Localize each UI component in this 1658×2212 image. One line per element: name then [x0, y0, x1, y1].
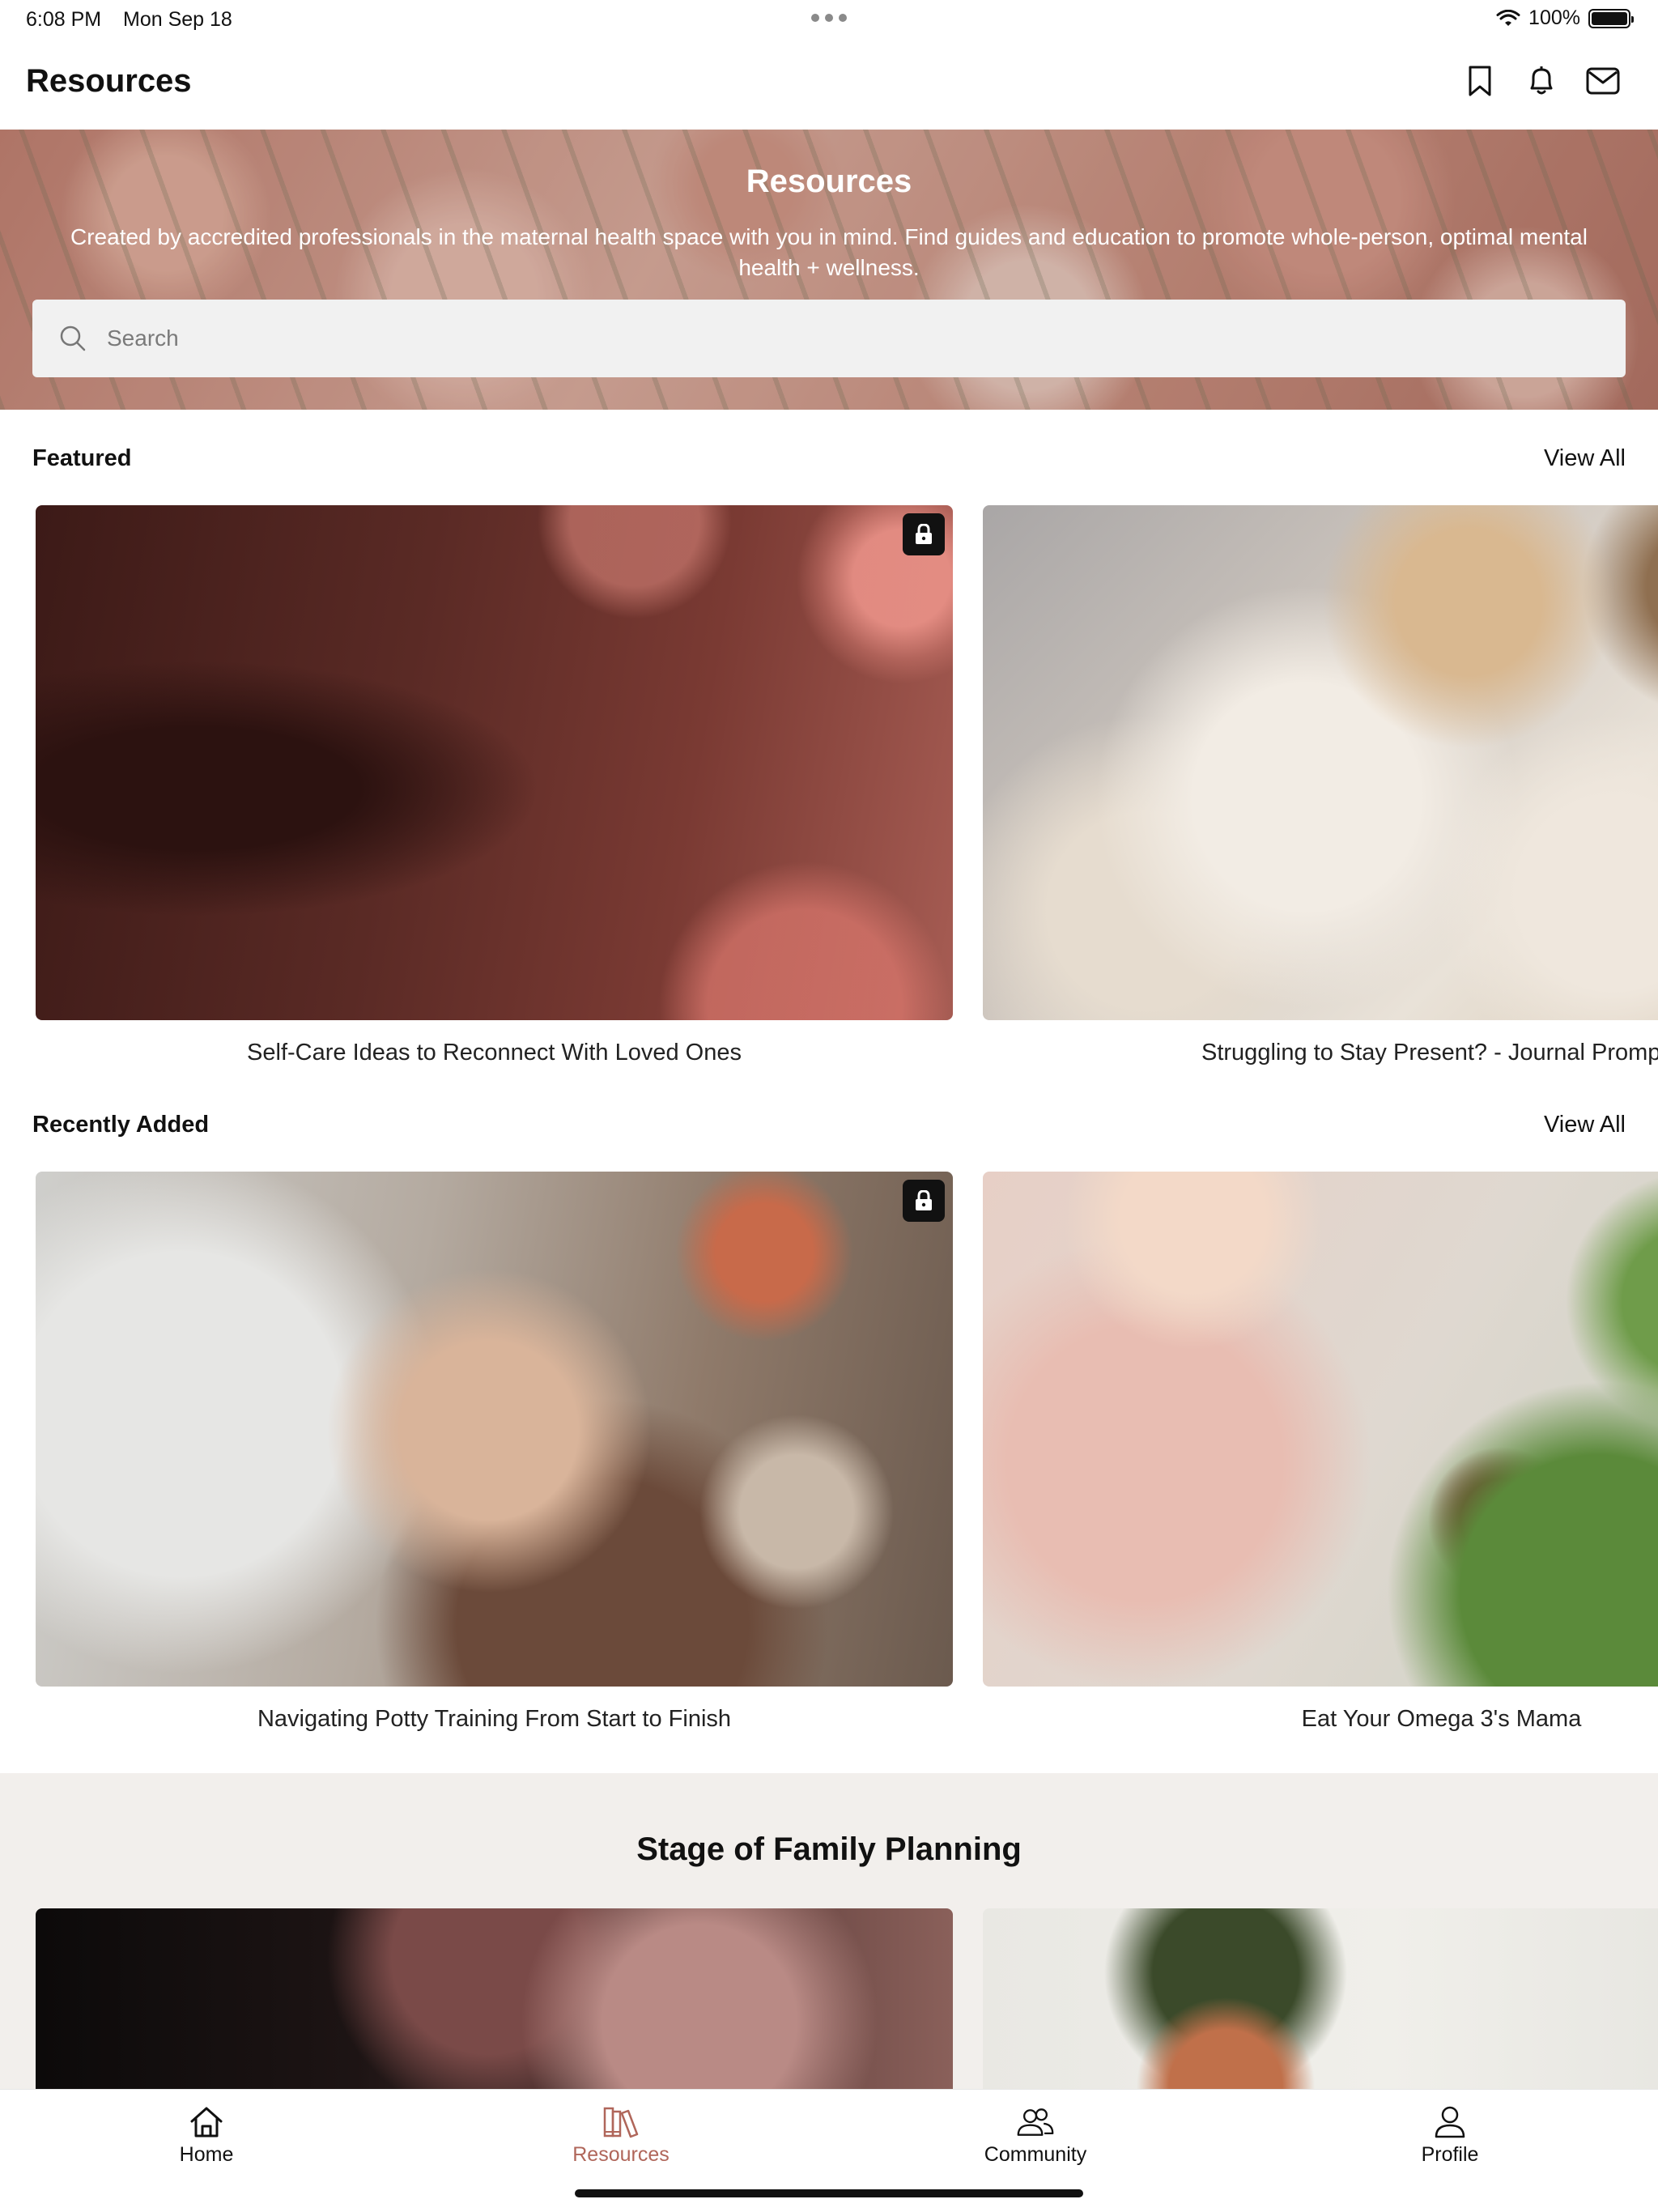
- search-bar[interactable]: [32, 300, 1626, 377]
- featured-card-title-1[interactable]: Self-Care Ideas to Reconnect With Loved …: [36, 1040, 953, 1066]
- tab-community[interactable]: Community: [954, 2104, 1116, 2167]
- hero-title: Resources: [746, 164, 912, 199]
- recent-card-image-1[interactable]: [36, 1172, 953, 1687]
- tab-home[interactable]: Home: [125, 2104, 287, 2167]
- recent-card-image-2[interactable]: [983, 1172, 1658, 1687]
- multitasking-dots-icon[interactable]: [811, 14, 847, 22]
- featured-view-all-link[interactable]: View All: [1544, 445, 1626, 472]
- lock-icon: [903, 513, 945, 555]
- nav-header: Resources: [0, 37, 1658, 130]
- status-indicators: 100%: [1496, 6, 1634, 30]
- status-bar: 6:08 PM Mon Sep 18 100%: [0, 0, 1658, 37]
- battery-percent: 100%: [1528, 6, 1580, 29]
- books-icon: [602, 2104, 640, 2140]
- app-screen: 6:08 PM Mon Sep 18 100% Resources Resour…: [0, 0, 1658, 2212]
- battery-icon: [1588, 8, 1634, 28]
- header-actions: [1460, 62, 1622, 100]
- tab-resources[interactable]: Resources: [540, 2104, 702, 2167]
- recent-card-title-1[interactable]: Navigating Potty Training From Start to …: [36, 1706, 953, 1733]
- tab-resources-label: Resources: [572, 2143, 670, 2166]
- stage-section-title: Stage of Family Planning: [636, 1831, 1022, 1867]
- home-indicator[interactable]: [575, 2189, 1083, 2197]
- home-icon: [187, 2104, 226, 2140]
- bookmark-icon[interactable]: [1460, 62, 1499, 100]
- bell-icon[interactable]: [1522, 62, 1561, 100]
- search-icon: [57, 322, 89, 355]
- community-icon: [1016, 2104, 1055, 2140]
- tab-community-label: Community: [984, 2143, 1087, 2166]
- profile-icon: [1431, 2104, 1469, 2140]
- tab-home-label: Home: [179, 2143, 234, 2166]
- featured-card-image-1[interactable]: [36, 505, 953, 1020]
- wifi-icon: [1496, 9, 1520, 28]
- recent-card-title-2[interactable]: Eat Your Omega 3's Mama: [983, 1706, 1658, 1733]
- recent-section-title: Recently Added: [32, 1112, 210, 1138]
- featured-card-title-2[interactable]: Struggling to Stay Present? - Journal Pr…: [1201, 1040, 1658, 1066]
- recent-view-all-link[interactable]: View All: [1544, 1112, 1626, 1138]
- hero-banner: Resources Created by accredited professi…: [0, 130, 1658, 410]
- lock-icon: [903, 1180, 945, 1222]
- featured-card-image-2[interactable]: [983, 505, 1658, 1020]
- tab-profile[interactable]: Profile: [1369, 2104, 1531, 2167]
- status-time: 6:08 PM: [26, 8, 102, 31]
- page-title: Resources: [26, 63, 192, 99]
- hero-description: Created by accredited professionals in t…: [70, 224, 1588, 280]
- mail-icon[interactable]: [1584, 62, 1622, 100]
- status-date: Mon Sep 18: [123, 8, 232, 31]
- featured-section-title: Featured: [32, 445, 132, 471]
- search-input[interactable]: [107, 325, 1564, 351]
- tab-profile-label: Profile: [1421, 2143, 1479, 2166]
